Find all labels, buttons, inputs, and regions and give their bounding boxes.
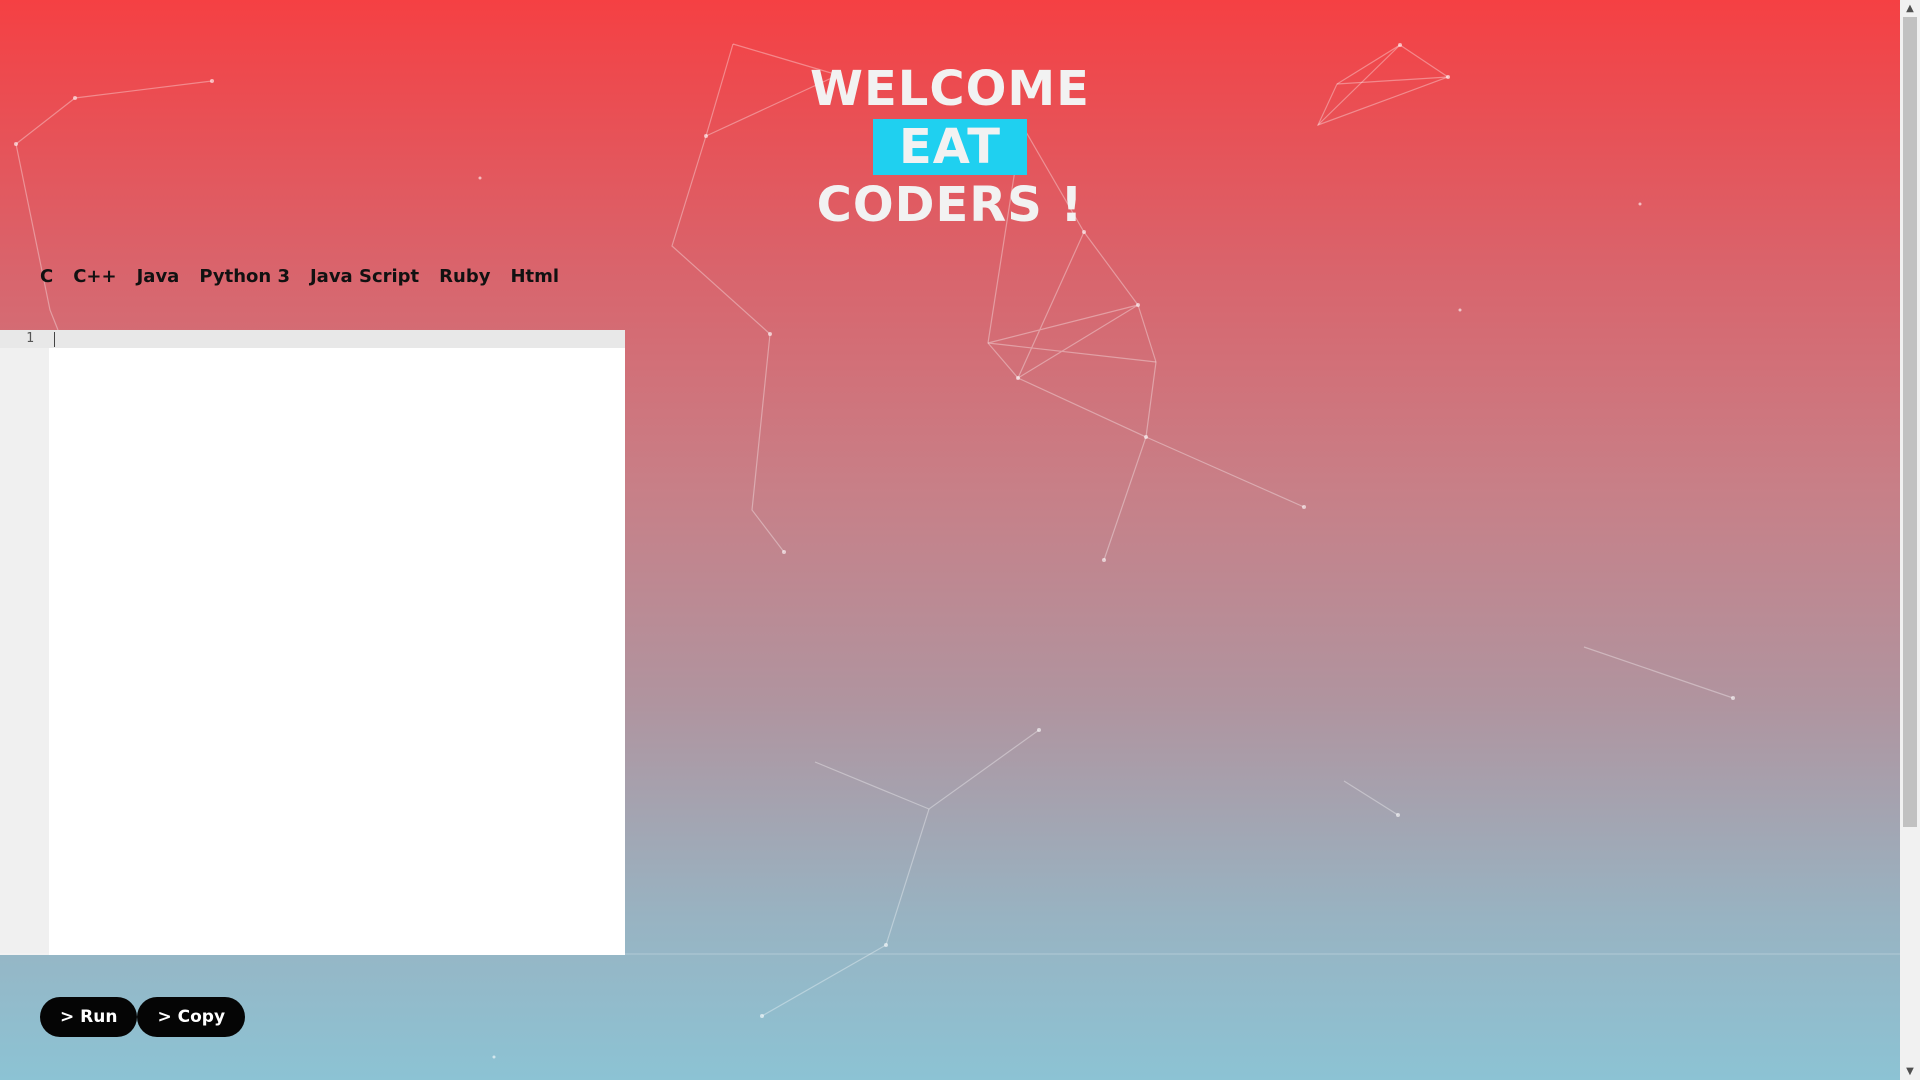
- scrollbar-thumb[interactable]: [1903, 17, 1917, 827]
- title-line-welcome: WELCOME: [810, 61, 1090, 117]
- vertical-scrollbar[interactable]: ▲ ▼: [1900, 0, 1920, 1080]
- line-number: 1: [26, 331, 34, 346]
- title-line-coders: CODERS !: [816, 177, 1084, 233]
- action-buttons: > Run > Copy: [40, 997, 246, 1037]
- language-html[interactable]: Html: [510, 266, 559, 287]
- title-line-eat-wrapper: EAT: [780, 118, 1120, 176]
- title-line-eat-highlight: EAT: [873, 119, 1027, 175]
- language-selector: C C++ Java Python 3 Java Script Ruby Htm…: [40, 266, 559, 287]
- editor-active-line: [0, 330, 625, 348]
- language-ruby[interactable]: Ruby: [439, 266, 490, 287]
- run-button[interactable]: > Run: [40, 997, 138, 1037]
- language-c[interactable]: C: [40, 266, 53, 287]
- language-cpp[interactable]: C++: [73, 266, 116, 287]
- editor-gutter: [0, 330, 49, 955]
- welcome-title: WELCOME EAT CODERS !: [780, 60, 1120, 234]
- language-java[interactable]: Java: [137, 266, 180, 287]
- copy-button[interactable]: > Copy: [137, 997, 246, 1037]
- scroll-down-arrow-icon[interactable]: ▼: [1900, 1063, 1920, 1080]
- footer-divider: [0, 953, 1900, 955]
- text-cursor: [54, 332, 55, 347]
- language-python3[interactable]: Python 3: [199, 266, 290, 287]
- scroll-up-arrow-icon[interactable]: ▲: [1900, 0, 1920, 17]
- language-javascript[interactable]: Java Script: [310, 266, 419, 287]
- code-editor[interactable]: 1: [0, 330, 625, 955]
